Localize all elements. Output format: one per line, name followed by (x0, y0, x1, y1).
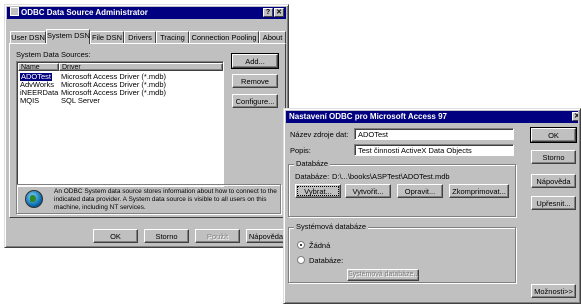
select-database-button[interactable]: Vybrat... (295, 184, 341, 198)
database-group: Databáze Databáze: D:\...\books\ASPTest\… (288, 159, 516, 217)
dsn-field[interactable]: ADOTest (354, 128, 514, 140)
system-database-group: Systémová databáze Žádná Databáze: Systé… (288, 222, 516, 283)
tab-file-dsn[interactable]: File DSN (90, 31, 124, 43)
tab-user-dsn[interactable]: User DSN (10, 31, 46, 43)
advanced-button[interactable]: Upřesnit... (531, 196, 576, 210)
radio-none-label: Žádná (309, 241, 331, 250)
apply-button[interactable]: Použít (195, 229, 240, 243)
admin-titlebar[interactable]: ODBC Data Source Administrator ? ✕ (7, 7, 286, 19)
add-button[interactable]: Add... (231, 53, 279, 69)
tab-connection-pooling[interactable]: Connection Pooling (189, 31, 259, 43)
tab-tracing[interactable]: Tracing (156, 31, 189, 43)
setup-titlebar[interactable]: Nastavení ODBC pro Microsoft Access 97 ✕ (286, 111, 578, 123)
list-header: Name Driver (18, 63, 223, 71)
description-label: Popis: (290, 146, 311, 155)
database-path-label: Databáze: (295, 172, 330, 181)
system-database-group-title: Systémová databáze (294, 222, 369, 231)
setup-help-button[interactable]: Nápověda (531, 174, 576, 188)
column-header-name[interactable]: Name (18, 63, 59, 71)
tab-drivers[interactable]: Drivers (124, 31, 156, 43)
database-path: D:\...\books\ASPTest\ADOTest.mdb (332, 172, 450, 181)
admin-title: ODBC Data Source Administrator (21, 8, 148, 17)
setup-close-button[interactable]: ✕ (572, 112, 578, 121)
globe-icon (25, 190, 43, 208)
data-sources-list[interactable]: Name Driver ADOTest Microsoft Access Dri… (16, 61, 224, 187)
compact-database-button[interactable]: Zkomprimovat... (449, 184, 509, 198)
system-database-button[interactable]: Systémová databáze... (347, 269, 419, 281)
repair-database-button[interactable]: Opravit... (397, 184, 443, 198)
close-title-button[interactable]: ✕ (274, 8, 284, 17)
options-button[interactable]: Možnosti>> (531, 284, 576, 298)
access-setup-dialog: Nastavení ODBC pro Microsoft Access 97 ✕… (283, 108, 581, 304)
help-button[interactable]: Nápověda (246, 229, 286, 243)
dsn-label: Název zdroje dat: (290, 130, 349, 139)
tab-panel: System Data Sources: Name Driver ADOTest… (9, 43, 286, 218)
list-item-driver: SQL Server (61, 96, 100, 105)
radio-database-label: Databáze: (309, 256, 344, 265)
database-group-title: Databáze (294, 159, 331, 168)
radio-database[interactable] (297, 256, 305, 264)
tab-about[interactable]: About (259, 31, 286, 43)
setup-cancel-button[interactable]: Storno (531, 150, 576, 164)
tab-system-dsn[interactable]: System DSN (46, 29, 90, 44)
column-header-driver[interactable]: Driver (59, 63, 223, 71)
list-label: System Data Sources: (16, 50, 91, 59)
help-title-button[interactable]: ? (263, 8, 273, 17)
list-item-name: MQIS (20, 96, 40, 105)
ok-button[interactable]: OK (93, 229, 138, 243)
remove-button[interactable]: Remove (232, 74, 278, 88)
radio-none[interactable] (297, 241, 305, 249)
odbc-admin-window: ODBC Data Source Administrator ? ✕ User … (4, 4, 289, 248)
create-database-button[interactable]: Vytvořit... (345, 184, 391, 198)
odbc-app-icon (10, 7, 19, 16)
cancel-button[interactable]: Storno (144, 229, 189, 243)
info-box: An ODBC System data source stores inform… (16, 184, 281, 214)
info-text: An ODBC System data source stores inform… (54, 188, 277, 211)
setup-ok-button[interactable]: OK (530, 127, 577, 143)
setup-title: Nastavení ODBC pro Microsoft Access 97 (289, 112, 447, 121)
description-field[interactable]: Test činnosti ActiveX Data Objects (354, 144, 514, 156)
configure-button[interactable]: Configure... (232, 94, 278, 108)
